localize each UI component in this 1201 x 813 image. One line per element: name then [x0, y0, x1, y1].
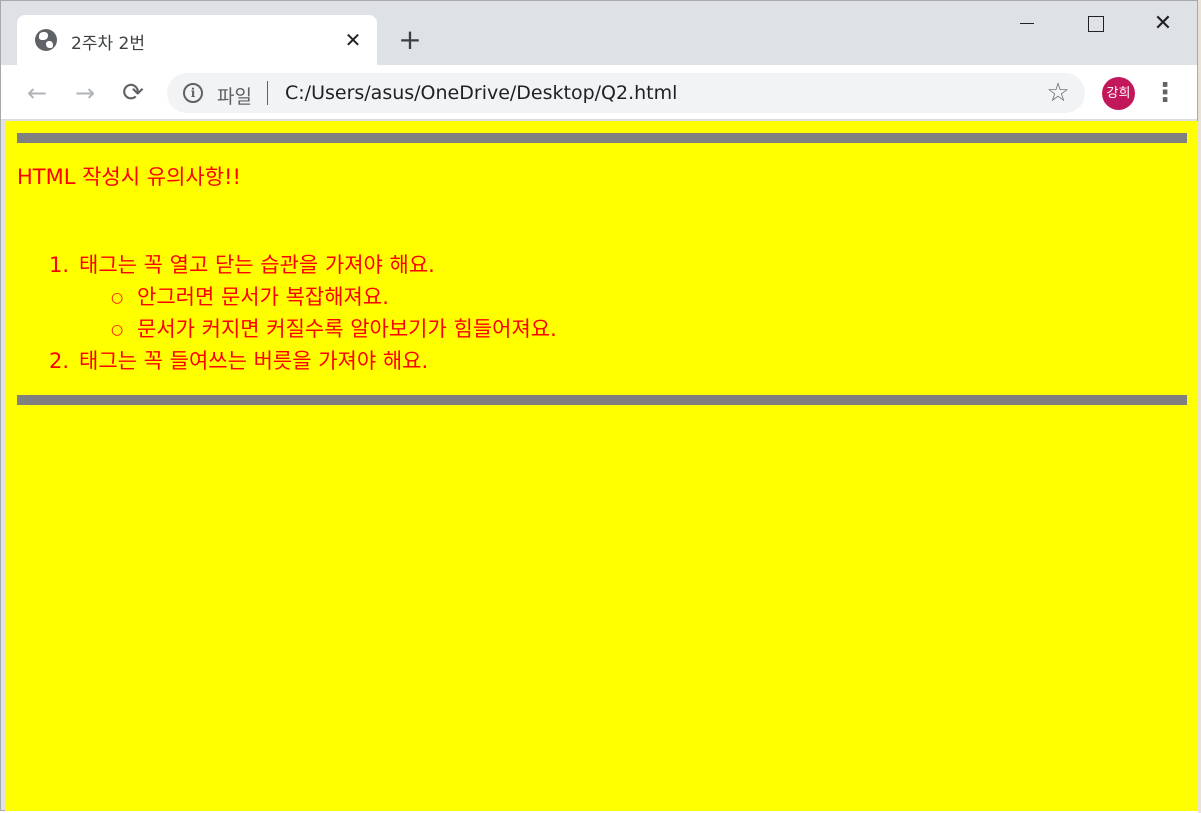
scheme-divider	[267, 81, 268, 105]
tab-title: 2주차 2번	[71, 34, 145, 54]
new-tab-button[interactable]: +	[395, 25, 425, 55]
url-text[interactable]: C:/Users/asus/OneDrive/Desktop/Q2.html	[285, 82, 677, 104]
sub-list-item-text: 안그러면 문서가 복잡해져요.	[137, 285, 389, 309]
url-scheme-label: 파일	[217, 86, 252, 108]
address-bar[interactable]: i 파일 C:/Users/asus/OneDrive/Desktop/Q2.h…	[167, 73, 1085, 113]
tab-close-icon[interactable]: ✕	[341, 28, 365, 52]
circle-bullet-icon: ○	[111, 290, 124, 306]
profile-avatar[interactable]: 강희	[1102, 77, 1135, 110]
browser-toolbar: ← → ⟳ i 파일 C:/Users/asus/OneDrive/Deskto…	[1, 65, 1197, 120]
list-item: 1. 태그는 꼭 열고 닫는 습관을 가져야 해요.	[49, 249, 557, 281]
maximize-button[interactable]	[1061, 1, 1129, 47]
window-close-button[interactable]: ✕	[1129, 1, 1197, 47]
list-item: 2. 태그는 꼭 들여쓰는 버릇을 가져야 해요.	[49, 345, 557, 377]
sub-list-item-text: 문서가 커지면 커질수록 알아보기가 힘들어져요.	[137, 317, 557, 341]
horizontal-rule-bottom	[17, 395, 1187, 405]
sub-list-item: ○ 안그러면 문서가 복잡해져요.	[49, 281, 557, 313]
back-button[interactable]: ←	[21, 77, 53, 109]
list-item-number: 1.	[49, 253, 70, 277]
page-content: HTML 작성시 유의사항!! 1. 태그는 꼭 열고 닫는 습관을 가져야 해요…	[5, 121, 1198, 811]
reload-button[interactable]: ⟳	[117, 77, 149, 109]
forward-button[interactable]: →	[69, 77, 101, 109]
tab-active[interactable]: 2주차 2번 ✕	[17, 15, 377, 65]
ordered-list: 1. 태그는 꼭 열고 닫는 습관을 가져야 해요. ○ 안그러면 문서가 복잡해져…	[49, 249, 557, 377]
bookmark-star-icon[interactable]: ☆	[1043, 78, 1073, 108]
globe-icon	[35, 29, 57, 51]
page-heading: HTML 작성시 유의사항!!	[17, 165, 241, 189]
minimize-button[interactable]	[993, 1, 1061, 47]
more-menu-icon[interactable]: ⋮	[1151, 77, 1179, 109]
sub-list-item: ○ 문서가 커지면 커질수록 알아보기가 힘들어져요.	[49, 313, 557, 345]
circle-bullet-icon: ○	[111, 322, 124, 338]
tab-strip: 2주차 2번 ✕ + ✕	[1, 1, 1197, 65]
list-item-text: 태그는 꼭 들여쓰는 버릇을 가져야 해요.	[79, 349, 429, 373]
info-icon[interactable]: i	[183, 83, 203, 103]
list-item-number: 2.	[49, 349, 70, 373]
browser-window: 2주차 2번 ✕ + ✕ ← → ⟳ i 파일 C:/Users/asus/On…	[0, 0, 1198, 811]
list-item-text: 태그는 꼭 열고 닫는 습관을 가져야 해요.	[79, 253, 435, 277]
horizontal-rule-top	[17, 133, 1187, 143]
